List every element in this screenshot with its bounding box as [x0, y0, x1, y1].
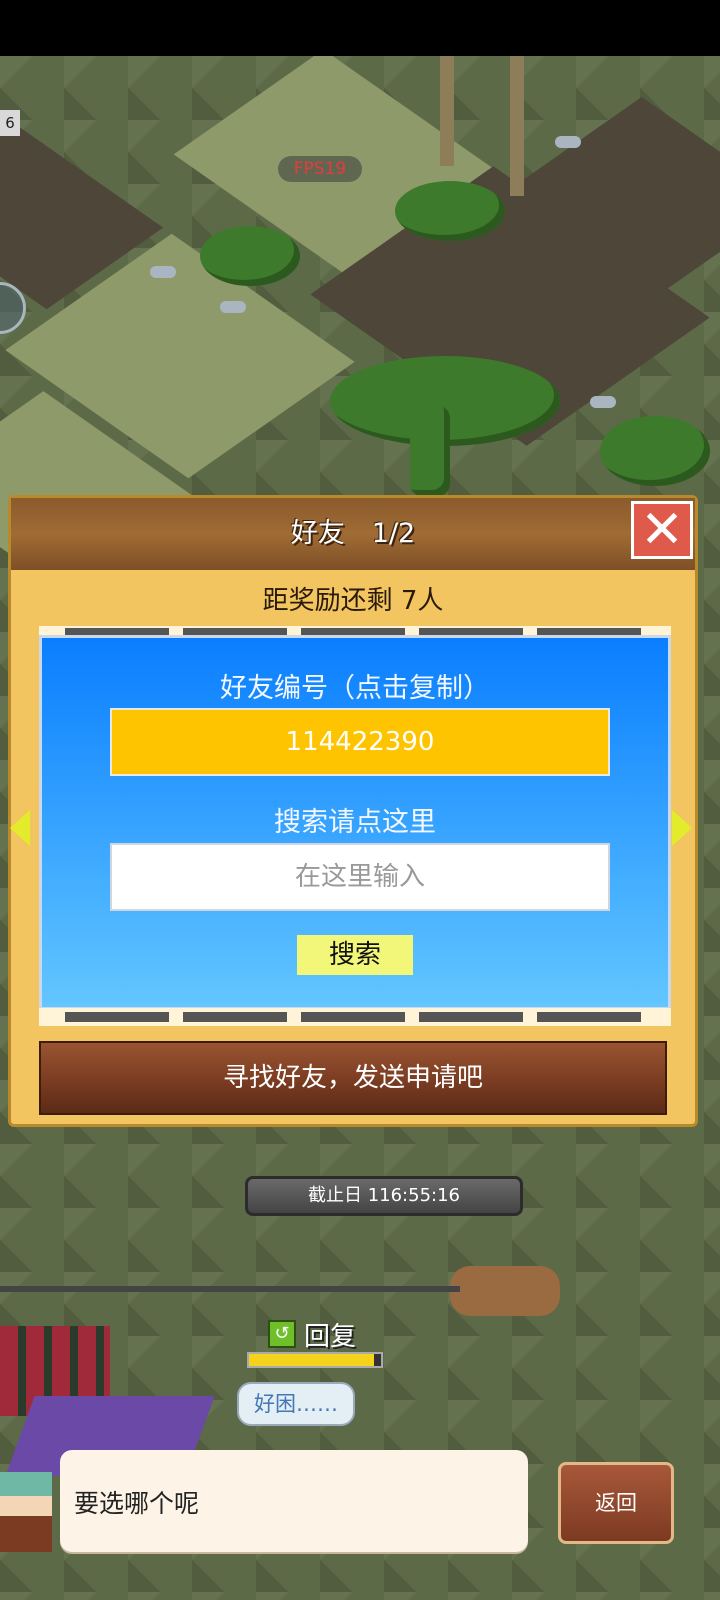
tab-slot[interactable] — [419, 1012, 523, 1022]
friend-panel: 好友 1/2 ✕ 距奖励还剩 7人 好友编号（点击复制） 114422390 搜… — [8, 495, 698, 1127]
dialog-text: 要选哪个呢 — [74, 1489, 200, 1518]
deadline-timer: 截止日 116:55:16 — [245, 1176, 523, 1216]
palm-tree — [440, 56, 454, 166]
log-pile — [450, 1266, 560, 1316]
crop-bush — [600, 416, 710, 486]
rock — [220, 301, 246, 313]
arrow-right-icon[interactable] — [672, 810, 692, 846]
search-label: 搜索请点这里 — [274, 807, 436, 838]
crop-bush — [410, 406, 450, 496]
fps-counter: FPS19 — [278, 156, 362, 182]
character-speech-bubble: 好困…… — [237, 1382, 355, 1426]
panel-title: 好友 1/2 — [290, 518, 416, 549]
recover-icon: ↺ — [268, 1320, 296, 1348]
crop-bush — [200, 226, 300, 286]
search-button[interactable]: 搜索 — [297, 935, 413, 975]
palm-tree — [510, 56, 524, 196]
rock — [150, 266, 176, 278]
rock — [555, 136, 581, 148]
status-bar — [0, 0, 720, 56]
send-request-bar[interactable]: 寻找好友，发送申请吧 — [39, 1041, 667, 1115]
search-input[interactable]: 在这里输入 — [110, 843, 610, 911]
close-icon: ✕ — [640, 500, 684, 560]
rock — [590, 396, 616, 408]
tab-slot[interactable] — [65, 1012, 169, 1022]
tab-slot[interactable] — [183, 1012, 287, 1022]
tab-slot[interactable] — [301, 1012, 405, 1022]
avatar — [0, 1472, 52, 1552]
dialog-box: 要选哪个呢 — [60, 1450, 528, 1552]
friend-id-copy-box[interactable]: 114422390 — [110, 708, 610, 776]
stamina-bar — [247, 1352, 383, 1368]
friend-search-area: 好友编号（点击复制） 114422390 搜索请点这里 在这里输入 搜索 — [39, 635, 671, 1010]
close-button[interactable]: ✕ — [631, 501, 693, 559]
back-button[interactable]: 返回 — [558, 1462, 674, 1544]
arrow-left-icon[interactable] — [10, 810, 30, 846]
tab-slot[interactable] — [537, 1012, 641, 1022]
recover-label: 回复 — [304, 1322, 357, 1352]
stamina-fill — [249, 1354, 375, 1366]
friend-tabs-bottom — [39, 1008, 671, 1026]
reward-remaining-text: 距奖励还剩 7人 — [262, 586, 444, 616]
crop-bush — [395, 181, 505, 241]
friend-id-label[interactable]: 好友编号（点击复制） — [42, 666, 668, 705]
side-tag[interactable]: 6 — [0, 110, 20, 136]
